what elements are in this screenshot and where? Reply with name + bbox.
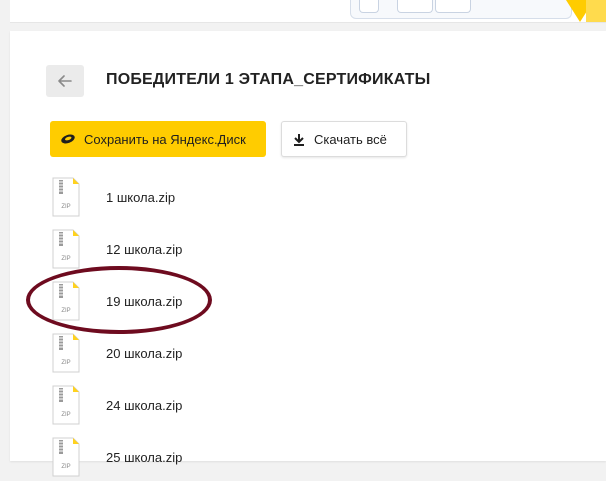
file-item[interactable]: ZIP 1 школа.zip <box>50 177 350 221</box>
zip-file-icon: ZIP <box>52 437 80 477</box>
file-item[interactable]: ZIP 20 школа.zip <box>50 333 350 377</box>
zip-file-icon: ZIP <box>52 229 80 269</box>
file-name: 20 школа.zip <box>106 346 183 361</box>
file-name: 19 школа.zip <box>106 294 183 309</box>
file-list: ZIP 1 школа.zip ZIP 12 школа.zip ZIP 19 … <box>10 31 606 477</box>
illustration-shape <box>435 0 471 13</box>
top-strip <box>0 0 606 23</box>
file-item[interactable]: ZIP 19 школа.zip <box>50 281 350 325</box>
yellow-decoration <box>586 0 606 22</box>
illustration-shape <box>397 0 433 13</box>
header-illustration <box>350 0 572 19</box>
file-item[interactable]: ZIP 24 школа.zip <box>50 385 350 429</box>
zip-file-icon: ZIP <box>52 385 80 425</box>
folder-card: ПОБЕДИТЕЛИ 1 ЭТАПА_СЕРТИФИКАТЫ Сохранить… <box>10 31 606 477</box>
illustration-shape <box>359 0 379 13</box>
svg-text:ZIP: ZIP <box>61 464 70 470</box>
file-name: 1 школа.zip <box>106 190 176 205</box>
zip-file-icon: ZIP <box>52 177 80 217</box>
file-item[interactable]: ZIP 25 школа.zip <box>50 437 350 481</box>
file-item[interactable]: ZIP 12 школа.zip <box>50 229 350 273</box>
svg-text:ZIP: ZIP <box>61 256 70 262</box>
svg-text:ZIP: ZIP <box>61 204 70 210</box>
file-name: 24 школа.zip <box>106 398 183 413</box>
zip-file-icon: ZIP <box>52 281 80 321</box>
svg-text:ZIP: ZIP <box>61 360 70 366</box>
svg-text:ZIP: ZIP <box>61 308 70 314</box>
file-name: 25 школа.zip <box>106 450 183 465</box>
file-name: 12 школа.zip <box>106 242 183 257</box>
svg-text:ZIP: ZIP <box>61 412 70 418</box>
zip-file-icon: ZIP <box>52 333 80 373</box>
